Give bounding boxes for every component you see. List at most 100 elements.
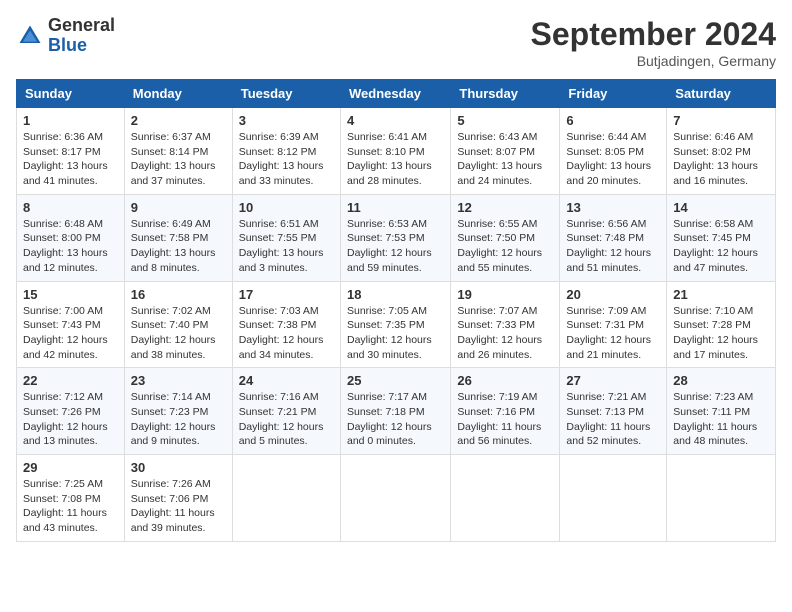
calendar-cell: 9 Sunrise: 6:49 AMSunset: 7:58 PMDaylight… (124, 194, 232, 281)
cell-content: Sunrise: 7:03 AMSunset: 7:38 PMDaylight:… (239, 304, 334, 363)
calendar-cell: 21 Sunrise: 7:10 AMSunset: 7:28 PMDayligh… (667, 281, 776, 368)
cell-content: Sunrise: 7:21 AMSunset: 7:13 PMDaylight:… (566, 390, 660, 449)
day-number: 5 (457, 113, 553, 128)
week-row-3: 15 Sunrise: 7:00 AMSunset: 7:43 PMDayligh… (17, 281, 776, 368)
day-number: 12 (457, 200, 553, 215)
calendar-cell: 25 Sunrise: 7:17 AMSunset: 7:18 PMDayligh… (340, 368, 450, 455)
calendar-cell: 24Sunrise: 7:16 AMSunset: 7:21 PMDayligh… (232, 368, 340, 455)
calendar-cell: 10 Sunrise: 6:51 AMSunset: 7:55 PMDayligh… (232, 194, 340, 281)
calendar-cell: 5 Sunrise: 6:43 AMSunset: 8:07 PMDaylight… (451, 108, 560, 195)
location-subtitle: Butjadingen, Germany (531, 53, 776, 69)
cell-content: Sunrise: 7:19 AMSunset: 7:16 PMDaylight:… (457, 390, 553, 449)
day-number: 10 (239, 200, 334, 215)
calendar-cell: 14 Sunrise: 6:58 AMSunset: 7:45 PMDayligh… (667, 194, 776, 281)
calendar-cell: 12Sunrise: 6:55 AMSunset: 7:50 PMDayligh… (451, 194, 560, 281)
logo-blue: Blue (48, 35, 87, 55)
calendar-cell: 1 Sunrise: 6:36 AMSunset: 8:17 PMDaylight… (17, 108, 125, 195)
day-number: 11 (347, 200, 444, 215)
calendar-cell: 29 Sunrise: 7:25 AMSunset: 7:08 PMDayligh… (17, 455, 125, 542)
calendar-cell (232, 455, 340, 542)
calendar-cell: 22Sunrise: 7:12 AMSunset: 7:26 PMDayligh… (17, 368, 125, 455)
cell-content: Sunrise: 7:10 AMSunset: 7:28 PMDaylight:… (673, 304, 769, 363)
calendar-cell: 3 Sunrise: 6:39 AMSunset: 8:12 PMDaylight… (232, 108, 340, 195)
day-number: 19 (457, 287, 553, 302)
week-row-5: 29 Sunrise: 7:25 AMSunset: 7:08 PMDayligh… (17, 455, 776, 542)
calendar-cell: 4 Sunrise: 6:41 AMSunset: 8:10 PMDaylight… (340, 108, 450, 195)
calendar-cell: 15 Sunrise: 7:00 AMSunset: 7:43 PMDayligh… (17, 281, 125, 368)
cell-content: Sunrise: 6:44 AMSunset: 8:05 PMDaylight:… (566, 130, 660, 189)
day-number: 1 (23, 113, 118, 128)
cell-content: Sunrise: 7:23 AMSunset: 7:11 PMDaylight:… (673, 390, 769, 449)
calendar-cell (340, 455, 450, 542)
calendar-cell: 30 Sunrise: 7:26 AMSunset: 7:06 PMDayligh… (124, 455, 232, 542)
title-block: September 2024 Butjadingen, Germany (531, 16, 776, 69)
day-number: 3 (239, 113, 334, 128)
day-number: 15 (23, 287, 118, 302)
cell-content: Sunrise: 6:56 AMSunset: 7:48 PMDaylight:… (566, 217, 660, 276)
calendar-table: SundayMondayTuesdayWednesdayThursdayFrid… (16, 79, 776, 542)
calendar-cell: 8Sunrise: 6:48 AMSunset: 8:00 PMDaylight… (17, 194, 125, 281)
day-number: 14 (673, 200, 769, 215)
cell-content: Sunrise: 6:46 AMSunset: 8:02 PMDaylight:… (673, 130, 769, 189)
calendar-cell (667, 455, 776, 542)
cell-content: Sunrise: 7:00 AMSunset: 7:43 PMDaylight:… (23, 304, 118, 363)
calendar-cell: 28 Sunrise: 7:23 AMSunset: 7:11 PMDayligh… (667, 368, 776, 455)
calendar-cell: 11Sunrise: 6:53 AMSunset: 7:53 PMDayligh… (340, 194, 450, 281)
day-number: 9 (131, 200, 226, 215)
page-header: General Blue September 2024 Butjadingen,… (16, 16, 776, 69)
cell-content: Sunrise: 6:39 AMSunset: 8:12 PMDaylight:… (239, 130, 334, 189)
day-number: 22 (23, 373, 118, 388)
calendar-cell: 16 Sunrise: 7:02 AMSunset: 7:40 PMDayligh… (124, 281, 232, 368)
cell-content: Sunrise: 7:07 AMSunset: 7:33 PMDaylight:… (457, 304, 553, 363)
cell-content: Sunrise: 7:26 AMSunset: 7:06 PMDaylight:… (131, 477, 226, 536)
day-number: 18 (347, 287, 444, 302)
week-row-1: 1 Sunrise: 6:36 AMSunset: 8:17 PMDaylight… (17, 108, 776, 195)
day-number: 27 (566, 373, 660, 388)
calendar-cell (560, 455, 667, 542)
cell-content: Sunrise: 6:36 AMSunset: 8:17 PMDaylight:… (23, 130, 118, 189)
day-header-wednesday: Wednesday (340, 80, 450, 108)
day-number: 6 (566, 113, 660, 128)
week-row-4: 22Sunrise: 7:12 AMSunset: 7:26 PMDayligh… (17, 368, 776, 455)
day-header-friday: Friday (560, 80, 667, 108)
logo-icon (16, 22, 44, 50)
calendar-cell: 27 Sunrise: 7:21 AMSunset: 7:13 PMDayligh… (560, 368, 667, 455)
calendar-cell: 20Sunrise: 7:09 AMSunset: 7:31 PMDayligh… (560, 281, 667, 368)
cell-content: Sunrise: 6:37 AMSunset: 8:14 PMDaylight:… (131, 130, 226, 189)
day-number: 21 (673, 287, 769, 302)
day-number: 25 (347, 373, 444, 388)
day-number: 4 (347, 113, 444, 128)
day-number: 7 (673, 113, 769, 128)
day-header-thursday: Thursday (451, 80, 560, 108)
calendar-cell: 19 Sunrise: 7:07 AMSunset: 7:33 PMDayligh… (451, 281, 560, 368)
day-header-sunday: Sunday (17, 80, 125, 108)
cell-content: Sunrise: 7:05 AMSunset: 7:35 PMDaylight:… (347, 304, 444, 363)
day-number: 30 (131, 460, 226, 475)
cell-content: Sunrise: 7:14 AMSunset: 7:23 PMDaylight:… (131, 390, 226, 449)
cell-content: Sunrise: 6:43 AMSunset: 8:07 PMDaylight:… (457, 130, 553, 189)
cell-content: Sunrise: 7:02 AMSunset: 7:40 PMDaylight:… (131, 304, 226, 363)
calendar-cell: 2 Sunrise: 6:37 AMSunset: 8:14 PMDaylight… (124, 108, 232, 195)
day-number: 2 (131, 113, 226, 128)
cell-content: Sunrise: 6:49 AMSunset: 7:58 PMDaylight:… (131, 217, 226, 276)
day-number: 28 (673, 373, 769, 388)
calendar-cell: 13 Sunrise: 6:56 AMSunset: 7:48 PMDayligh… (560, 194, 667, 281)
day-number: 16 (131, 287, 226, 302)
month-title: September 2024 (531, 16, 776, 53)
week-row-2: 8Sunrise: 6:48 AMSunset: 8:00 PMDaylight… (17, 194, 776, 281)
cell-content: Sunrise: 7:09 AMSunset: 7:31 PMDaylight:… (566, 304, 660, 363)
day-header-saturday: Saturday (667, 80, 776, 108)
cell-content: Sunrise: 7:17 AMSunset: 7:18 PMDaylight:… (347, 390, 444, 449)
calendar-cell: 7 Sunrise: 6:46 AMSunset: 8:02 PMDaylight… (667, 108, 776, 195)
cell-content: Sunrise: 6:51 AMSunset: 7:55 PMDaylight:… (239, 217, 334, 276)
cell-content: Sunrise: 6:58 AMSunset: 7:45 PMDaylight:… (673, 217, 769, 276)
day-number: 29 (23, 460, 118, 475)
cell-content: Sunrise: 6:41 AMSunset: 8:10 PMDaylight:… (347, 130, 444, 189)
calendar-cell (451, 455, 560, 542)
cell-content: Sunrise: 7:25 AMSunset: 7:08 PMDaylight:… (23, 477, 118, 536)
cell-content: Sunrise: 6:48 AMSunset: 8:00 PMDaylight:… (23, 217, 118, 276)
day-header-monday: Monday (124, 80, 232, 108)
day-number: 24 (239, 373, 334, 388)
logo-general: General (48, 15, 115, 35)
day-number: 13 (566, 200, 660, 215)
